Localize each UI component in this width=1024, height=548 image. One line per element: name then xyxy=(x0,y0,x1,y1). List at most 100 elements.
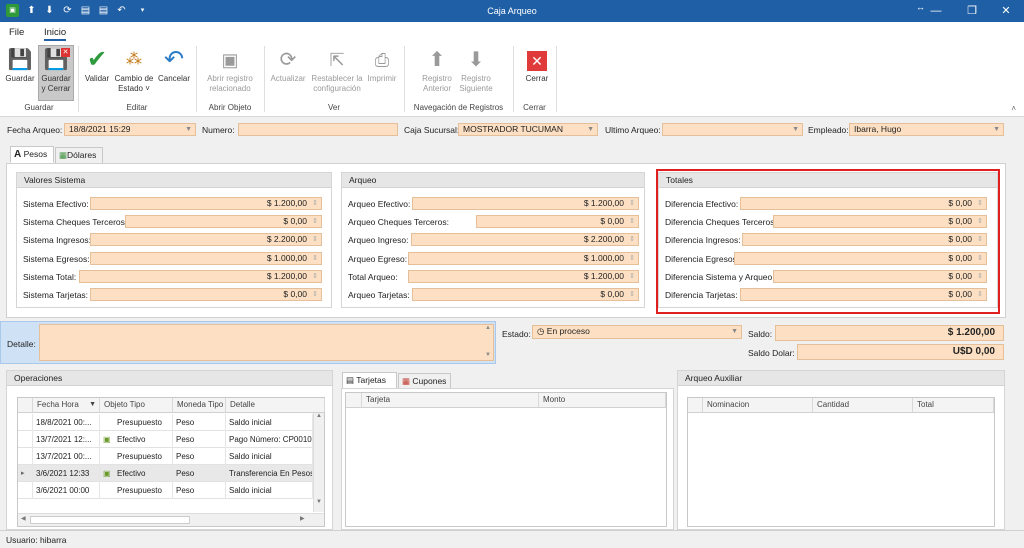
numero-field[interactable] xyxy=(238,123,398,136)
maximize-icon[interactable]: ❐ xyxy=(954,0,990,22)
empleado-label: Empleado: xyxy=(808,125,849,135)
cerrar-button[interactable]: ✕ Cerrar xyxy=(522,46,552,84)
table-row[interactable]: ▸ 3/6/2021 12:33 ▣ Efectivo Peso Transferenci… xyxy=(18,465,313,482)
scroll-up-icon[interactable]: ▲ xyxy=(485,325,491,331)
spin-icon: ⇕ xyxy=(977,254,983,262)
col-tarjeta[interactable]: Tarjeta xyxy=(362,393,539,408)
empleado-field[interactable]: Ibarra, Hugo ▼ xyxy=(849,123,1004,136)
group-guardar: Guardar xyxy=(24,103,54,112)
arqueo-label-4: Total Arqueo: xyxy=(348,271,398,282)
valores-sistema-field-3[interactable]: $ 1.000,00 ⇕ xyxy=(90,251,322,265)
totales-field-3[interactable]: $ 0,00 ⇕ xyxy=(734,251,987,265)
table-row[interactable]: 13/7/2021 12:... ▣ Efectivo Peso Pago Número… xyxy=(18,431,313,448)
dropdown-arrow-icon: ▼ xyxy=(993,126,1000,133)
scroll-right-icon: ▶ xyxy=(300,516,305,522)
vertical-scrollbar[interactable]: ▲ ▼ xyxy=(313,413,324,512)
operaciones-grid: Fecha Hora ▼ Objeto Tipo Moneda Tipo Deta… xyxy=(17,397,325,527)
valores-sistema-label-5: Sistema Tarjetas: xyxy=(23,290,89,300)
row-indicator xyxy=(18,448,33,465)
peso-icon: A xyxy=(14,149,22,160)
ultimo-arqueo-label: Ultimo Arqueo: xyxy=(605,125,661,135)
arqueo-auxiliar-title: Arqueo Auxiliar xyxy=(678,371,1004,386)
valores-sistema-label-1: Sistema Cheques Terceros: xyxy=(23,217,128,228)
arqueo-label-1: Arqueo Cheques Terceros: xyxy=(348,217,449,228)
spin-icon: ⇕ xyxy=(977,236,983,244)
totales-field-1[interactable]: $ 0,00 ⇕ xyxy=(773,215,987,229)
totales-field-0[interactable]: $ 0,00 ⇕ xyxy=(740,197,987,210)
spin-icon: ⇕ xyxy=(629,272,635,280)
detalle-label: Detalle: xyxy=(7,339,36,349)
registro-siguiente-button[interactable]: ⬇ Registro Siguiente xyxy=(457,46,495,93)
spin-icon: ⇕ xyxy=(977,272,983,280)
workflow-icon: ⁂ xyxy=(126,51,142,68)
table-row[interactable]: 13/7/2021 00:... Presupuesto Peso Saldo ini… xyxy=(18,448,313,465)
arqueo-field-3[interactable]: $ 1.000,00 ⇕ xyxy=(408,251,639,265)
operaciones-title: Operaciones xyxy=(7,371,332,386)
tab-tarjetas[interactable]: ▤ Tarjetas xyxy=(342,372,397,389)
cell-fecha: 13/7/2021 12:... xyxy=(33,431,100,448)
detalle-field[interactable] xyxy=(39,324,494,361)
arqueo-field-5[interactable]: $ 0,00 ⇕ xyxy=(412,288,639,301)
col-fecha-hora[interactable]: Fecha Hora ▼ xyxy=(33,398,100,413)
minimize-icon[interactable]: — xyxy=(918,0,954,22)
col-nominacion[interactable]: Nominacion xyxy=(703,398,813,413)
registro-anterior-button[interactable]: ⬆ Registro Anterior xyxy=(418,46,456,93)
totales-label-4: Diferencia Sistema y Arqueo: xyxy=(665,271,775,282)
caja-sucursal-field[interactable]: MOSTRADOR TUCUMAN ▼ xyxy=(458,123,598,136)
col-total[interactable]: Total xyxy=(913,398,994,413)
guardar-cerrar-button[interactable]: 💾 ✕ Guardar y Cerrar xyxy=(38,45,74,101)
ribbon: 💾 Guardar 💾 ✕ Guardar y Cerrar ✔ Validar … xyxy=(0,42,1024,117)
cell-detalle: Saldo inicial xyxy=(226,414,313,431)
horizontal-scrollbar[interactable]: ◀ ▶ xyxy=(18,513,324,526)
col-moneda-tipo[interactable]: Moneda Tipo xyxy=(173,398,226,413)
cell-moneda: Peso xyxy=(173,431,226,448)
estado-label: Estado: xyxy=(502,329,531,339)
table-row[interactable]: 3/6/2021 00:00 Presupuesto Peso Saldo inici… xyxy=(18,482,313,499)
cancelar-button[interactable]: ↶ Cancelar xyxy=(156,46,192,84)
ultimo-arqueo-field[interactable]: ▼ xyxy=(662,123,803,136)
menu-inicio[interactable]: Inicio xyxy=(44,27,67,41)
valores-sistema-field-2[interactable]: $ 2.200,00 ⇕ xyxy=(90,233,322,247)
arqueo-field-4[interactable]: $ 1.200,00 ⇕ xyxy=(408,269,639,283)
valores-sistema-field-1[interactable]: $ 0,00 ⇕ xyxy=(125,215,322,229)
collapse-ribbon-icon[interactable]: ˄ xyxy=(1011,104,1016,113)
scroll-down-icon[interactable]: ▼ xyxy=(485,352,491,358)
numero-label: Numero: xyxy=(202,125,235,135)
col-cantidad[interactable]: Cantidad xyxy=(813,398,913,413)
tab-dolares[interactable]: ▦Dólares xyxy=(55,147,103,164)
arqueo-field-1[interactable]: $ 0,00 ⇕ xyxy=(476,215,639,229)
restablecer-button[interactable]: ⇱ Restablecer la configuración xyxy=(309,46,365,93)
totales-field-5[interactable]: $ 0,00 ⇕ xyxy=(740,288,987,301)
valores-sistema-field-5[interactable]: $ 0,00 ⇕ xyxy=(90,288,322,301)
abrir-registro-button[interactable]: ▣ Abrir registro relacionado xyxy=(201,46,259,93)
actualizar-button[interactable]: ⟳ Actualizar xyxy=(268,46,308,84)
print-icon: ⎙ xyxy=(374,50,390,70)
spin-icon: ⇕ xyxy=(312,200,318,207)
valores-sistema-title: Valores Sistema xyxy=(17,173,331,188)
valores-sistema-field-4[interactable]: $ 1.200,00 ⇕ xyxy=(79,269,322,283)
arqueo-field-2[interactable]: $ 2.200,00 ⇕ xyxy=(411,233,639,247)
scroll-thumb xyxy=(30,516,190,524)
col-monto[interactable]: Monto xyxy=(539,393,666,408)
cambio-estado-button[interactable]: ⁂ Cambio de Estado ˅ xyxy=(113,46,155,93)
menu-file[interactable]: File xyxy=(9,27,24,38)
spin-icon: ⇕ xyxy=(312,236,318,244)
guardar-button[interactable]: 💾 Guardar xyxy=(3,46,37,84)
estado-field[interactable]: ◷ En proceso ▼ xyxy=(532,325,742,339)
totales-field-2[interactable]: $ 0,00 ⇕ xyxy=(742,233,987,247)
arqueo-field-0[interactable]: $ 1.200,00 ⇕ xyxy=(412,197,639,210)
fecha-arqueo-field[interactable]: 18/8/2021 15:29 ▼ xyxy=(64,123,196,136)
valores-sistema-field-0[interactable]: $ 1.200,00 ⇕ xyxy=(90,197,322,210)
validar-button[interactable]: ✔ Validar xyxy=(82,46,112,84)
saldo-dolar-label: Saldo Dolar: xyxy=(748,348,795,358)
close-window-icon[interactable]: ✕ xyxy=(988,0,1024,22)
table-row[interactable]: 18/8/2021 00:... Presupuesto Peso Saldo ini… xyxy=(18,414,313,431)
tab-pesos[interactable]: A Pesos xyxy=(10,146,54,163)
save-icon: 💾 xyxy=(7,49,33,71)
imprimir-button[interactable]: ⎙ Imprimir xyxy=(366,46,398,84)
refresh-icon: ⟳ xyxy=(279,49,297,71)
spin-icon: ⇕ xyxy=(629,236,635,244)
totales-field-4[interactable]: $ 0,00 ⇕ xyxy=(773,269,987,283)
col-objeto-tipo[interactable]: Objeto Tipo xyxy=(100,398,173,413)
col-detalle[interactable]: Detalle xyxy=(226,398,325,413)
